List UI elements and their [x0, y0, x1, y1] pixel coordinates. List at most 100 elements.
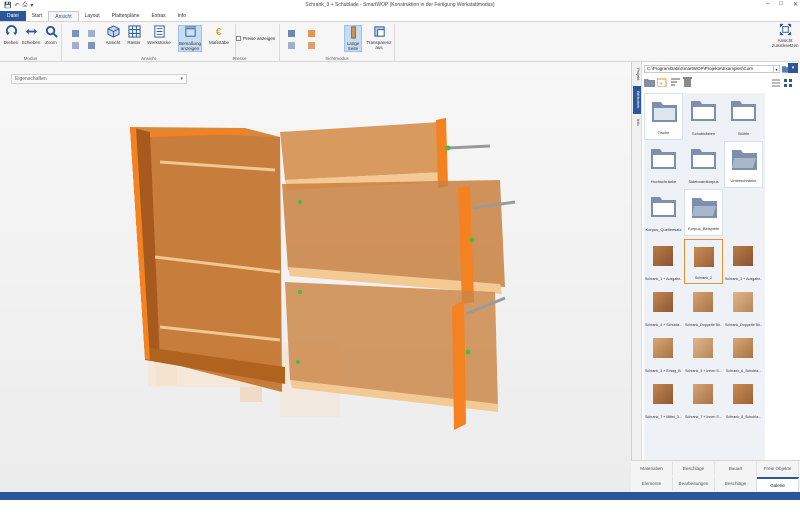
- tab-galerie[interactable]: Galerie: [757, 477, 799, 491]
- reset-view-button[interactable]: Ansicht zurücksetzen: [772, 23, 799, 48]
- gallery-item[interactable]: Schrank_7 + Mittel_3...: [644, 377, 683, 422]
- mode-wire-icon[interactable]: [288, 42, 295, 49]
- folder-item[interactable]: Unterschränke: [724, 141, 763, 188]
- vtab-bibliothek[interactable]: Bibliothek: [633, 86, 641, 114]
- cabinet-thumbnail: [733, 338, 753, 358]
- tab-ansicht[interactable]: Ansicht: [48, 11, 79, 21]
- mode-texture-icon[interactable]: [308, 30, 315, 37]
- view-top-icon[interactable]: [88, 30, 95, 37]
- mode-solid-icon[interactable]: [288, 30, 295, 37]
- cabinet-thumbnail: [693, 384, 713, 404]
- path-dropdown-icon[interactable]: ▾: [774, 65, 780, 73]
- save-icon[interactable]: 💾: [4, 2, 11, 9]
- folder-item[interactable]: Schubkästen: [684, 93, 723, 140]
- print-icon[interactable]: ⎙: [23, 2, 28, 9]
- gallery-item[interactable]: Schrank_5 + Innen S...: [684, 331, 723, 376]
- view-list-icon[interactable]: [772, 79, 780, 87]
- gallery-item[interactable]: Schrank_8_Schubla...: [724, 377, 763, 422]
- title-bar: 💾 ↶ ⎙ ▾ Schrank_3 + Schublade - SmartWOP…: [0, 0, 800, 11]
- tab-bearbeitungen[interactable]: Bearbeitungen: [673, 477, 715, 491]
- gallery-item[interactable]: Schrank_3 + Einlag_B...: [644, 331, 683, 376]
- 3d-viewport[interactable]: Eigenschaften ▾: [0, 62, 631, 492]
- view-grid-icon[interactable]: [784, 79, 792, 87]
- checkbox-box[interactable]: [236, 36, 241, 41]
- drawer-3-front[interactable]: [452, 300, 466, 430]
- drawer-1-front[interactable]: [436, 118, 448, 188]
- gallery-item[interactable]: Schrank_4 + Schubla...: [644, 285, 683, 330]
- undo-icon[interactable]: ↶: [14, 2, 19, 9]
- vtab-info[interactable]: Info: [633, 116, 641, 128]
- folder-item[interactable]: Stühle: [724, 93, 763, 140]
- gallery-item[interactable]: Schrank_Doppelte Bo...: [684, 285, 723, 330]
- tab-extras[interactable]: Extras: [145, 11, 171, 21]
- rotate-button[interactable]: Drehen: [2, 25, 20, 45]
- new-folder-icon[interactable]: +: [644, 78, 655, 87]
- gallery-item[interactable]: Schrank_3 + Ausgabe...: [724, 239, 763, 284]
- tab-info[interactable]: Info: [172, 11, 192, 21]
- tab-freie-objekte[interactable]: Freie Objekte: [757, 462, 799, 476]
- tab-beschlaege-2[interactable]: Beschläge: [715, 477, 757, 491]
- minimize-icon[interactable]: –: [766, 1, 769, 8]
- cabinet-thumbnail: [733, 292, 753, 312]
- long-side-button[interactable]: Lange Seite: [344, 25, 362, 52]
- tab-elemente[interactable]: Elemente: [631, 477, 673, 491]
- view-iso-icon[interactable]: [88, 42, 95, 49]
- footer-blank: [0, 500, 800, 520]
- gallery-item[interactable]: Schrank_2: [684, 239, 723, 284]
- tab-beschlaege-1[interactable]: Beschläge: [673, 462, 715, 476]
- close-icon[interactable]: ✕: [793, 1, 798, 8]
- gallery-item[interactable]: Schrank_Doppelte Bo...: [724, 285, 763, 330]
- euro-icon: €: [215, 27, 221, 38]
- add-item-icon[interactable]: +: [657, 78, 668, 87]
- folder-icon: [651, 197, 676, 217]
- folder-item[interactable]: Sideboardkorpus: [684, 141, 723, 188]
- folder-item[interactable]: Hochschränke: [644, 141, 683, 188]
- tab-bauart[interactable]: Bauart: [715, 462, 757, 476]
- grid-button[interactable]: Raster: [125, 25, 143, 45]
- folder-icon: [652, 102, 677, 122]
- tab-layout[interactable]: Layout: [79, 11, 106, 21]
- dropdown-icon[interactable]: ▾: [30, 2, 33, 9]
- pin-icon[interactable]: ▾: [788, 63, 798, 73]
- folder-icon: [691, 101, 716, 121]
- drawer-1-handle[interactable]: [447, 144, 491, 150]
- transparency-button[interactable]: Transparenz aus: [366, 25, 392, 50]
- gallery-item[interactable]: Schrank_1 + Ausgabe...: [644, 239, 683, 284]
- cabinet-model[interactable]: [0, 62, 631, 492]
- group-presse: € Maßstäbe Preise anzeigen Presse: [200, 24, 280, 62]
- gallery-item[interactable]: Schrank_7 + Innen S...: [684, 377, 723, 422]
- sort-icon[interactable]: [670, 78, 681, 87]
- gallery-item[interactable]: Schrank_6_Schubla...: [724, 331, 763, 376]
- show-prices-checkbox[interactable]: Preise anzeigen: [236, 36, 275, 41]
- drawer-1-body[interactable]: [280, 122, 445, 180]
- folder-item[interactable]: Tische: [644, 93, 683, 140]
- folder-item[interactable]: Korpus_Quellensatz: [644, 189, 683, 236]
- view-side-icon[interactable]: [72, 42, 79, 49]
- scales-button[interactable]: € Maßstäbe: [209, 25, 229, 45]
- folder-open-icon: [732, 150, 757, 170]
- mode-shaded-icon[interactable]: [308, 42, 315, 49]
- quick-access-toolbar: 💾 ↶ ⎙ ▾: [0, 2, 33, 9]
- tab-datei[interactable]: Datei: [0, 11, 26, 21]
- document-icon: [153, 25, 165, 38]
- tab-plattenplaene[interactable]: Plattenpläne: [106, 11, 146, 21]
- window-controls: – □ ✕: [766, 1, 798, 8]
- panel-icon: [350, 26, 356, 39]
- ribbon-tabs: Datei Start Ansicht Layout Plattenpläne …: [0, 11, 800, 21]
- pan-button[interactable]: Schieben: [22, 25, 40, 45]
- view-button[interactable]: Ansicht: [104, 25, 122, 45]
- folder-icon: [731, 101, 756, 121]
- tab-start[interactable]: Start: [26, 11, 49, 21]
- show-dimensions-button[interactable]: Bemaßung anzeigen: [178, 25, 202, 52]
- maximize-icon[interactable]: □: [779, 1, 783, 8]
- vtab-projekt[interactable]: Projekt: [633, 64, 641, 84]
- folder-item[interactable]: Korpus_Beispiele: [684, 189, 723, 236]
- path-input[interactable]: C:\ProgramData\SmartWOP\Projekte\Example…: [644, 65, 774, 73]
- zoom-button[interactable]: Zoom: [42, 25, 60, 45]
- tab-materialien[interactable]: Materialien: [631, 462, 673, 476]
- view-front-icon[interactable]: [72, 30, 79, 37]
- cabinet-thumbnail: [653, 292, 673, 312]
- trash-icon[interactable]: [683, 77, 692, 87]
- group-modus: Drehen Schieben Zoom Modus: [0, 24, 62, 62]
- workpieces-button[interactable]: Werkstücke: [147, 25, 171, 45]
